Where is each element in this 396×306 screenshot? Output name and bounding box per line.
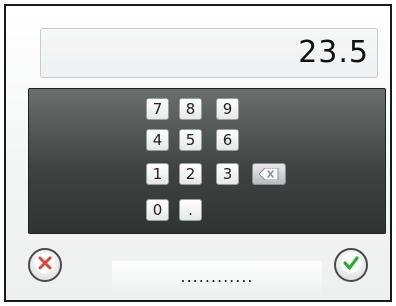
key-1[interactable]: 1 — [146, 163, 169, 185]
backspace-icon — [258, 165, 279, 184]
dialog-frame: 23.5 7 8 9 4 5 6 1 2 3 0 . ............ — [4, 4, 392, 302]
value-display: 23.5 — [40, 28, 378, 78]
key-9[interactable]: 9 — [216, 98, 239, 120]
key-2[interactable]: 2 — [179, 163, 202, 185]
key-decimal[interactable]: . — [179, 199, 202, 221]
cancel-button[interactable] — [28, 248, 62, 282]
input-dots: ............ — [180, 266, 254, 286]
key-7[interactable]: 7 — [146, 98, 169, 120]
key-6[interactable]: 6 — [216, 129, 239, 151]
key-5[interactable]: 5 — [179, 129, 202, 151]
backspace-button[interactable] — [252, 163, 286, 185]
input-indicator-bar: ............ — [112, 261, 322, 295]
key-4[interactable]: 4 — [146, 129, 169, 151]
confirm-button[interactable] — [334, 248, 368, 282]
display-value: 23.5 — [298, 35, 369, 70]
confirm-check-icon — [340, 252, 362, 278]
cancel-x-icon — [34, 252, 56, 278]
key-0[interactable]: 0 — [146, 199, 169, 221]
keypad-panel: 7 8 9 4 5 6 1 2 3 0 . — [28, 88, 386, 234]
key-3[interactable]: 3 — [216, 163, 239, 185]
key-8[interactable]: 8 — [179, 98, 202, 120]
